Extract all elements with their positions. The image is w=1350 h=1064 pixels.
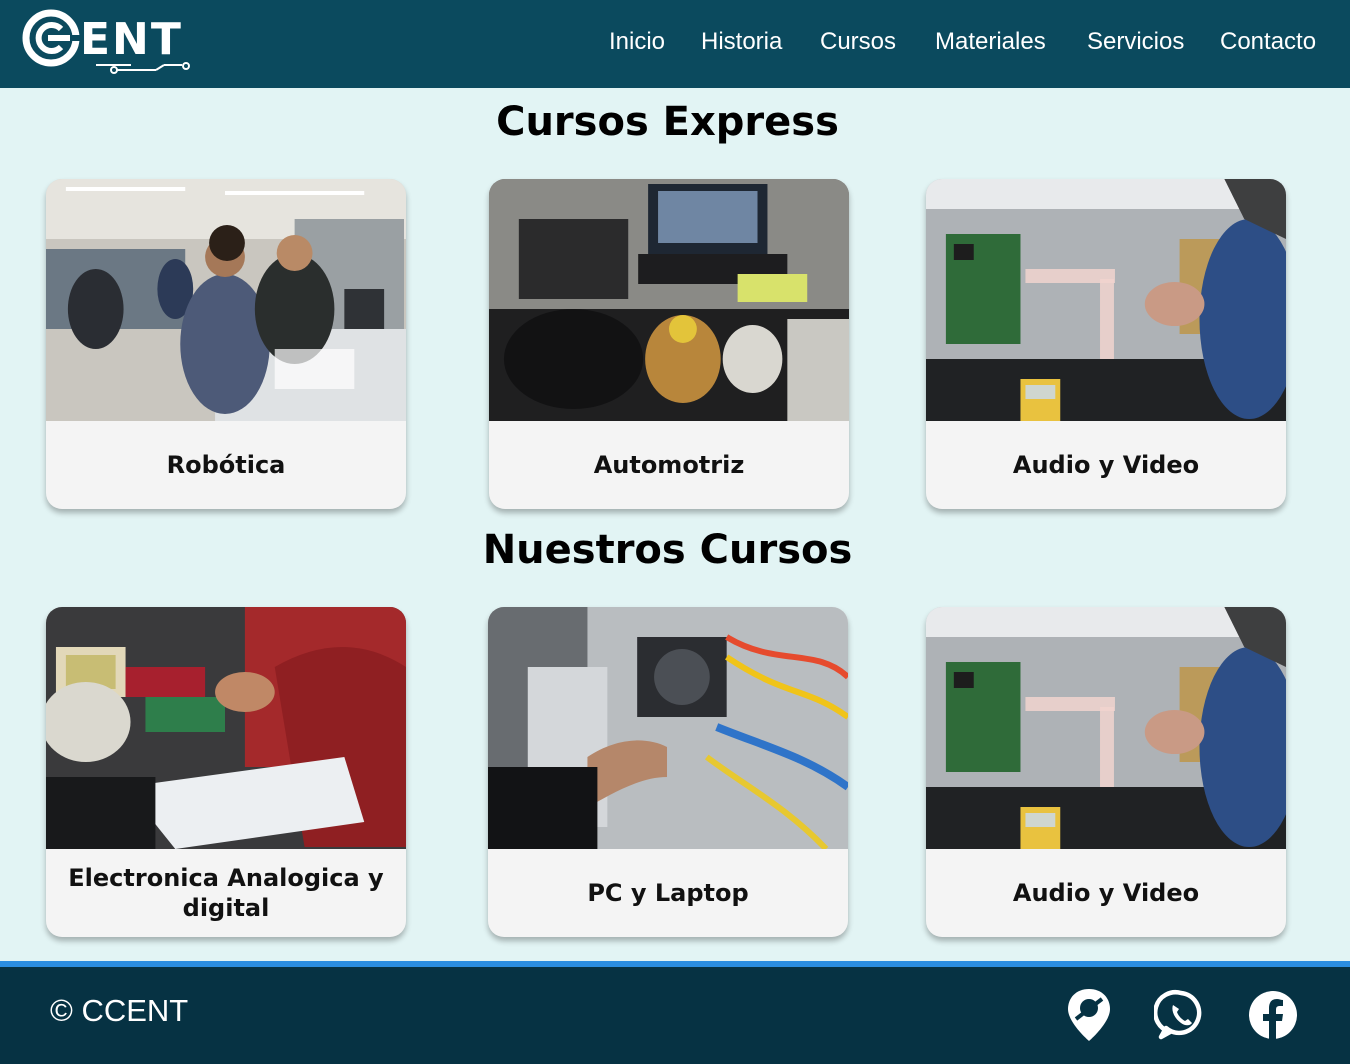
site-footer: © CCENT <box>0 967 1350 1064</box>
card-label: PC y Laptop <box>587 879 749 907</box>
site-header: ENT Inicio Historia Cursos Materiales Se… <box>0 0 1350 88</box>
card-label: Automotriz <box>593 451 745 479</box>
course-card-automotriz[interactable]: Automotriz <box>489 179 849 509</box>
card-label: Audio y Video <box>1012 451 1200 479</box>
robotics-lab-photo <box>46 179 406 421</box>
car-engine-photo <box>489 179 849 421</box>
map-pin-icon[interactable] <box>1062 985 1116 1045</box>
nav-item-materiales[interactable]: Materiales <box>935 27 1046 57</box>
whatsapp-icon[interactable] <box>1152 985 1208 1045</box>
nav-item-historia[interactable]: Historia <box>701 27 782 57</box>
pc-wiring-photo <box>488 607 848 849</box>
tv-board-repair-photo <box>926 179 1286 421</box>
course-card-electronica[interactable]: Electronica Analogica y digital <box>46 607 406 937</box>
card-label: Electronica Analogica y digital <box>68 864 384 922</box>
course-card-pc-laptop[interactable]: PC y Laptop <box>488 607 848 937</box>
section-title-nuestros-cursos: Nuestros Cursos <box>482 527 853 573</box>
nav-item-contacto[interactable]: Contacto <box>1220 27 1316 57</box>
nav-item-inicio[interactable]: Inicio <box>609 27 665 57</box>
course-card-audio-video[interactable]: Audio y Video <box>926 607 1286 937</box>
facebook-icon[interactable] <box>1246 985 1300 1045</box>
card-label: Audio y Video <box>1012 879 1200 907</box>
nav-item-servicios[interactable]: Servicios <box>1087 27 1184 57</box>
tv-board-repair-photo <box>926 607 1286 849</box>
course-card-audio-video-express[interactable]: Audio y Video <box>926 179 1286 509</box>
copyright-text: © CCENT <box>50 993 189 1028</box>
course-card-robotica[interactable]: Robótica <box>46 179 406 509</box>
main-nav: Inicio Historia Cursos Materiales Servic… <box>0 0 1350 88</box>
card-label: Robótica <box>166 451 286 479</box>
nav-item-cursos[interactable]: Cursos <box>820 27 896 57</box>
section-title-express: Cursos Express <box>496 99 839 145</box>
circuit-soldering-photo <box>46 607 406 849</box>
